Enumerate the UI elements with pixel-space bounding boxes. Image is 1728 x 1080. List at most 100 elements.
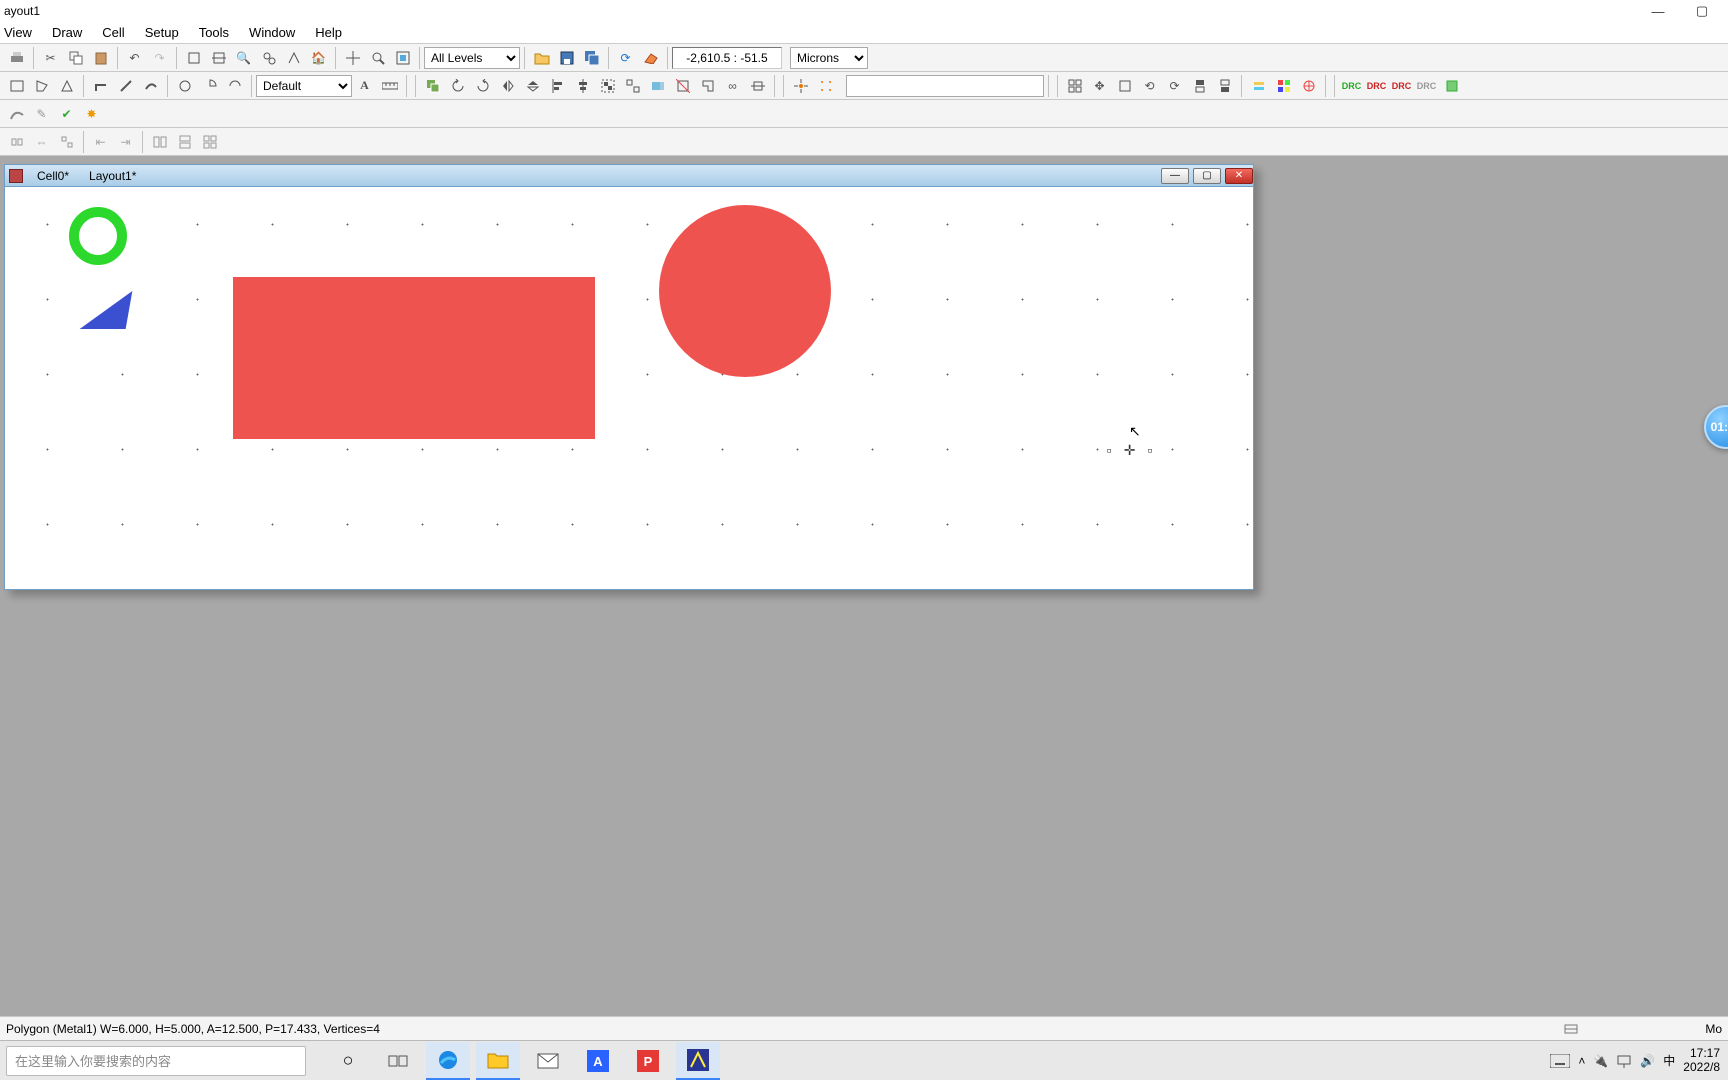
cut-icon[interactable]: ✂ [39, 46, 62, 69]
copy-icon[interactable] [64, 46, 87, 69]
document-titlebar[interactable]: Cell0* Layout1* — ▢ ✕ [5, 165, 1253, 187]
align-center-icon[interactable] [571, 74, 594, 97]
tray-keyboard-icon[interactable] [1550, 1054, 1570, 1068]
gear-icon[interactable]: ✸ [80, 102, 103, 125]
red-rectangle-shape[interactable] [233, 277, 595, 439]
edit-curve-icon[interactable]: ✎ [30, 102, 53, 125]
layout-tab[interactable]: Layout1* [79, 169, 146, 183]
to-top-icon[interactable] [1188, 74, 1211, 97]
file-explorer-icon[interactable] [476, 1042, 520, 1080]
flip-h-icon[interactable] [496, 74, 519, 97]
redo-icon[interactable]: ↷ [148, 46, 171, 69]
zoom-icon[interactable] [366, 46, 389, 69]
merge-icon[interactable] [646, 74, 669, 97]
layer-combo[interactable]: Default [256, 75, 352, 97]
text-tool-icon[interactable]: A [353, 74, 376, 97]
rotate-any-icon[interactable]: ⟳ [1163, 74, 1186, 97]
edge-browser-icon[interactable] [426, 1042, 470, 1080]
align-left-icon[interactable] [546, 74, 569, 97]
task-view-icon[interactable] [376, 1042, 420, 1080]
any-wire-icon[interactable] [139, 74, 162, 97]
window-maximize-button[interactable]: ▢ [1680, 1, 1724, 21]
snap-grid-icon[interactable] [814, 74, 837, 97]
align-1-icon[interactable] [5, 130, 28, 153]
green-ring-shape[interactable] [69, 207, 127, 265]
menu-window[interactable]: Window [249, 25, 295, 40]
diag-wire-icon[interactable] [114, 74, 137, 97]
doc-minimize-button[interactable]: — [1161, 168, 1189, 184]
layer-view-icon[interactable] [1247, 74, 1270, 97]
curve-tool-icon[interactable] [5, 102, 28, 125]
check-icon[interactable]: ✔ [55, 102, 78, 125]
nibble-icon[interactable] [696, 74, 719, 97]
doc-maximize-button[interactable]: ▢ [1193, 168, 1221, 184]
pie-tool-icon[interactable] [198, 74, 221, 97]
rotate90-icon[interactable]: ⟲ [1138, 74, 1161, 97]
drc-run-icon[interactable]: DRC [1340, 74, 1363, 97]
refresh-icon[interactable]: ⟳ [614, 46, 637, 69]
boolean-icon[interactable]: ∞ [721, 74, 744, 97]
rectangle-tool-icon[interactable] [5, 74, 28, 97]
circle-tool-icon[interactable] [173, 74, 196, 97]
tray-chevron-icon[interactable]: ˄ [1578, 1054, 1585, 1068]
layer-palette-icon[interactable] [1272, 74, 1295, 97]
extract-icon[interactable] [1440, 74, 1463, 97]
binoculars-icon[interactable]: 🔍 [232, 46, 255, 69]
stretch-icon[interactable] [746, 74, 769, 97]
window-minimize-button[interactable]: — [1636, 1, 1680, 21]
eraser-icon[interactable] [639, 46, 662, 69]
app-a-icon[interactable]: A [576, 1042, 620, 1080]
grid-2-icon[interactable] [173, 130, 196, 153]
paste-icon[interactable] [89, 46, 112, 69]
move-icon[interactable]: ✥ [1088, 74, 1111, 97]
timer-overlay[interactable]: 01:34 [1704, 405, 1728, 449]
open-cell-icon[interactable] [207, 46, 230, 69]
layout-app-icon[interactable] [676, 1042, 720, 1080]
snap-icon[interactable] [789, 74, 812, 97]
tray-power-icon[interactable]: 🔌 [1593, 1054, 1608, 1068]
duplicate-icon[interactable] [421, 74, 444, 97]
design-nav-icon[interactable] [1297, 74, 1320, 97]
slice-icon[interactable] [671, 74, 694, 97]
menu-draw[interactable]: Draw [52, 25, 82, 40]
levels-combo[interactable]: All Levels [424, 47, 520, 69]
align-3-icon[interactable] [55, 130, 78, 153]
menu-setup[interactable]: Setup [145, 25, 179, 40]
arc-tool-icon[interactable] [223, 74, 246, 97]
ungroup-icon[interactable] [621, 74, 644, 97]
drc-prev-icon[interactable]: DRC [1390, 74, 1413, 97]
tray-volume-icon[interactable]: 🔊 [1640, 1054, 1655, 1068]
app-p-icon[interactable]: P [626, 1042, 670, 1080]
menu-cell[interactable]: Cell [102, 25, 124, 40]
menu-view[interactable]: View [4, 25, 32, 40]
flip-v-icon[interactable] [521, 74, 544, 97]
cortana-icon[interactable]: ○ [326, 1042, 370, 1080]
fit-icon[interactable] [391, 46, 414, 69]
array-icon[interactable] [1063, 74, 1086, 97]
rotate-ccw-icon[interactable] [446, 74, 469, 97]
group-icon[interactable] [596, 74, 619, 97]
command-input[interactable] [846, 75, 1044, 97]
to-bottom-icon[interactable] [1213, 74, 1236, 97]
triangle-tool-icon[interactable] [55, 74, 78, 97]
doc-close-button[interactable]: ✕ [1225, 168, 1253, 184]
layout-canvas[interactable]: ↖ ▫ ✛ ▫ [5, 187, 1253, 589]
align-2-icon[interactable]: ⇔ [30, 130, 53, 153]
status-indicator-icon[interactable] [1563, 1021, 1579, 1037]
menu-help[interactable]: Help [315, 25, 342, 40]
center-h-icon[interactable]: ⇤ [89, 130, 112, 153]
tray-network-icon[interactable] [1616, 1054, 1632, 1068]
open-folder-icon[interactable] [530, 46, 553, 69]
blue-triangle-shape[interactable] [80, 291, 133, 329]
undo-icon[interactable]: ↶ [123, 46, 146, 69]
origin-icon[interactable] [341, 46, 364, 69]
ruler-tool-icon[interactable] [378, 74, 401, 97]
ortho-wire-icon[interactable] [89, 74, 112, 97]
tray-clock[interactable]: 17:17 2022/8 [1683, 1047, 1720, 1073]
save-all-icon[interactable] [580, 46, 603, 69]
mail-icon[interactable] [526, 1042, 570, 1080]
polygon-tool-icon[interactable] [30, 74, 53, 97]
red-circle-shape[interactable] [659, 205, 831, 377]
grid-3-icon[interactable] [198, 130, 221, 153]
reshape-icon[interactable] [1113, 74, 1136, 97]
